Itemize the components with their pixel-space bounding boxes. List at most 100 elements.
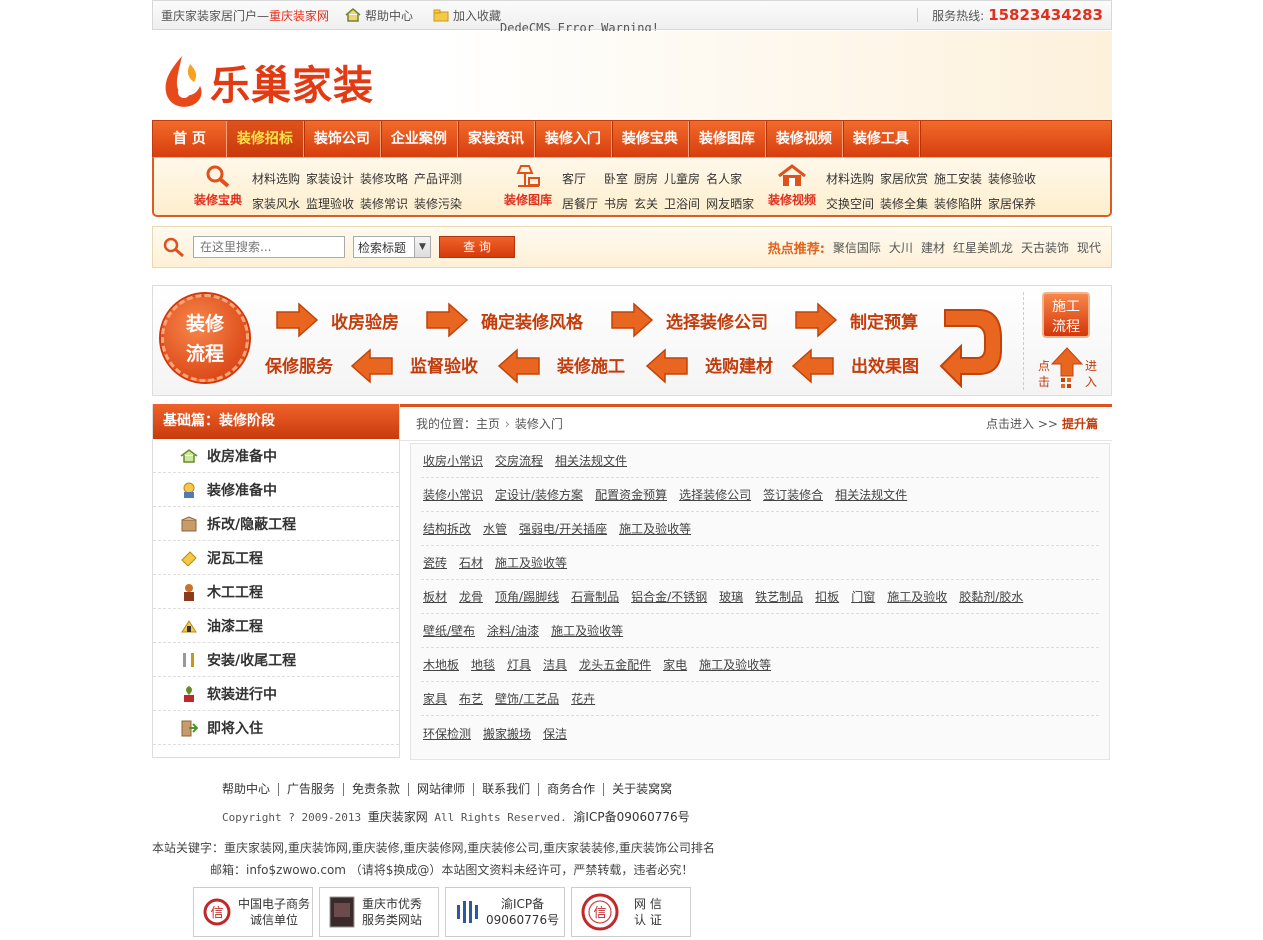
- footer-link[interactable]: 商务合作: [538, 783, 603, 796]
- nav-item-8[interactable]: 装修视频: [766, 121, 843, 157]
- subnav-link[interactable]: 材料选购: [252, 170, 300, 187]
- footer-link[interactable]: 网站律师: [408, 783, 473, 796]
- site-brand-link[interactable]: 重庆装家网: [269, 7, 329, 24]
- process-step[interactable]: 监督验收: [410, 352, 478, 377]
- footer-link[interactable]: 免责条款: [343, 783, 408, 796]
- footer-link[interactable]: 关于装窝窝: [603, 783, 680, 796]
- nav-item-9[interactable]: 装修工具: [843, 121, 920, 157]
- nav-item-6[interactable]: 装修宝典: [612, 121, 689, 157]
- subnav-link[interactable]: 玄关: [634, 195, 658, 212]
- topic-link[interactable]: 铝合金/不锈钢: [631, 588, 707, 605]
- process-step[interactable]: 选购建材: [705, 352, 773, 377]
- topic-link[interactable]: 玻璃: [719, 588, 743, 605]
- hot-recommend-item[interactable]: 天古装饰: [1021, 239, 1069, 256]
- footer-link[interactable]: 帮助中心: [214, 783, 278, 796]
- search-button[interactable]: 查 询: [439, 236, 515, 258]
- site-logo[interactable]: 乐巢家装: [160, 53, 374, 111]
- topic-link[interactable]: 铁艺制品: [755, 588, 803, 605]
- construction-flow-entry[interactable]: 施工 流程 点击 进入: [1023, 292, 1103, 390]
- topic-link[interactable]: 施工及验收等: [619, 520, 691, 537]
- subnav-link[interactable]: 家居欣赏: [880, 170, 928, 187]
- topic-link[interactable]: 板材: [423, 588, 447, 605]
- sidebar-item[interactable]: 安装/收尾工程: [153, 643, 399, 677]
- topic-link[interactable]: 水管: [483, 520, 507, 537]
- hot-recommend-item[interactable]: 聚信国际: [833, 239, 881, 256]
- topic-link[interactable]: 灯具: [507, 656, 531, 673]
- subnav-link[interactable]: 卧室: [604, 170, 628, 187]
- sidebar-item[interactable]: 即将入住: [153, 711, 399, 745]
- footer-link[interactable]: 联系我们: [473, 783, 538, 796]
- nav-item-5[interactable]: 装修入门: [535, 121, 612, 157]
- topic-link[interactable]: 交房流程: [495, 452, 543, 469]
- topic-link[interactable]: 强弱电/开关插座: [519, 520, 607, 537]
- topic-link[interactable]: 签订装修合: [763, 486, 823, 503]
- topic-link[interactable]: 家具: [423, 690, 447, 707]
- subnav-link[interactable]: 家装风水: [252, 195, 300, 212]
- subnav-tuku-link[interactable]: 装修图库: [494, 164, 562, 212]
- badge-ecommerce[interactable]: 信 中国电子商务 诚信单位: [193, 887, 313, 937]
- topic-link[interactable]: 相关法规文件: [555, 452, 627, 469]
- sidebar-item[interactable]: 木工工程: [153, 575, 399, 609]
- topic-link[interactable]: 施工及验收等: [495, 554, 567, 571]
- topic-link[interactable]: 选择装修公司: [679, 486, 751, 503]
- subnav-link[interactable]: 儿童房: [664, 170, 700, 187]
- subnav-link[interactable]: 装修攻略: [360, 170, 408, 187]
- topic-link[interactable]: 定设计/装修方案: [495, 486, 583, 503]
- topic-link[interactable]: 收房小常识: [423, 452, 483, 469]
- subnav-link[interactable]: 交换空间: [826, 195, 874, 212]
- subnav-link[interactable]: 网友晒家: [706, 195, 754, 212]
- subnav-link[interactable]: 监理验收: [306, 195, 354, 212]
- sidebar-item[interactable]: 拆改/隐蔽工程: [153, 507, 399, 541]
- subnav-link[interactable]: 书房: [604, 195, 628, 212]
- topic-link[interactable]: 施工及验收等: [699, 656, 771, 673]
- topic-link[interactable]: 石材: [459, 554, 483, 571]
- topic-link[interactable]: 装修小常识: [423, 486, 483, 503]
- help-link[interactable]: 帮助中心: [345, 7, 413, 24]
- topic-link[interactable]: 洁具: [543, 656, 567, 673]
- advanced-link[interactable]: 提升篇: [1062, 415, 1098, 432]
- badge-chongqing-excellent[interactable]: 重庆市优秀 服务类网站: [319, 887, 439, 937]
- subnav-link[interactable]: 产品评测: [414, 170, 462, 187]
- hot-recommend-item[interactable]: 现代: [1077, 239, 1101, 256]
- subnav-link[interactable]: 装修常识: [360, 195, 408, 212]
- nav-item-4[interactable]: 家装资讯: [458, 121, 535, 157]
- process-step[interactable]: 装修施工: [557, 352, 625, 377]
- breadcrumb-home[interactable]: 主页: [476, 415, 500, 432]
- topic-link[interactable]: 石膏制品: [571, 588, 619, 605]
- topic-link[interactable]: 壁纸/壁布: [423, 622, 475, 639]
- subnav-link[interactable]: 装修污染: [414, 195, 462, 212]
- subnav-link[interactable]: 厨房: [634, 170, 658, 187]
- subnav-baodian-link[interactable]: 装修宝典: [184, 164, 252, 212]
- subnav-link[interactable]: 材料选购: [826, 170, 874, 187]
- sidebar-item[interactable]: 油漆工程: [153, 609, 399, 643]
- topic-link[interactable]: 地毯: [471, 656, 495, 673]
- sidebar-item[interactable]: 收房准备中: [153, 439, 399, 473]
- topic-link[interactable]: 配置资金预算: [595, 486, 667, 503]
- subnav-link[interactable]: 装修验收: [988, 170, 1036, 187]
- topic-link[interactable]: 涂料/油漆: [487, 622, 539, 639]
- sidebar-item[interactable]: 软装进行中: [153, 677, 399, 711]
- subnav-link[interactable]: 家居保养: [988, 195, 1036, 212]
- topic-link[interactable]: 布艺: [459, 690, 483, 707]
- topic-link[interactable]: 施工及验收: [887, 588, 947, 605]
- hot-recommend-item[interactable]: 红星美凯龙: [953, 239, 1013, 256]
- process-step[interactable]: 确定装修风格: [481, 308, 583, 333]
- subnav-link[interactable]: 装修陷阱: [934, 195, 982, 212]
- nav-item-2[interactable]: 装饰公司: [304, 121, 381, 157]
- topic-link[interactable]: 壁饰/工艺品: [495, 690, 559, 707]
- favorite-link[interactable]: 加入收藏: [433, 7, 501, 24]
- badge-itrust[interactable]: 信 网 信认 证: [571, 887, 691, 937]
- search-input[interactable]: [193, 236, 345, 258]
- icp-number[interactable]: 渝ICP备09060776号: [573, 810, 689, 824]
- process-step[interactable]: 出效果图: [851, 352, 919, 377]
- topic-link[interactable]: 龙头五金配件: [579, 656, 651, 673]
- topic-link[interactable]: 结构拆改: [423, 520, 471, 537]
- hot-recommend-item[interactable]: 建材: [921, 239, 945, 256]
- subnav-link[interactable]: 居餐厅: [562, 195, 598, 212]
- subnav-link[interactable]: 家装设计: [306, 170, 354, 187]
- process-step[interactable]: 选择装修公司: [666, 308, 768, 333]
- nav-item-0[interactable]: 首 页: [153, 121, 227, 157]
- footer-link[interactable]: 广告服务: [278, 783, 343, 796]
- sidebar-item[interactable]: 泥瓦工程: [153, 541, 399, 575]
- process-step[interactable]: 保修服务: [265, 352, 333, 377]
